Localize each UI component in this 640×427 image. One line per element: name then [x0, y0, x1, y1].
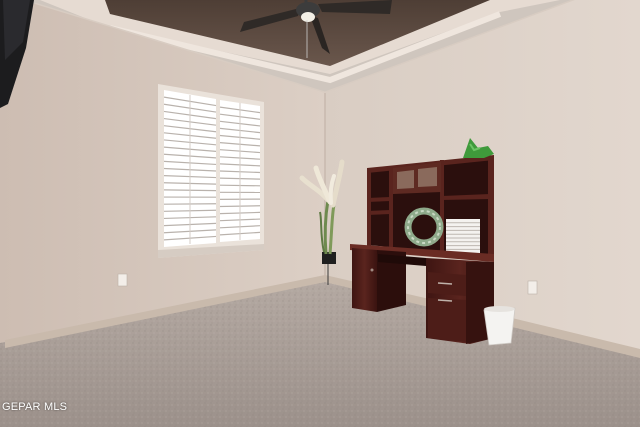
file-organizer — [446, 219, 480, 253]
room-illustration — [0, 0, 640, 427]
wall-outlet-left — [117, 273, 128, 287]
window-shutters — [158, 84, 264, 258]
wall-outlet-right — [527, 280, 538, 295]
room-photo: GEPAR MLS — [0, 0, 640, 427]
watermark-text: GEPAR MLS — [2, 401, 68, 413]
wastebasket — [483, 306, 516, 346]
